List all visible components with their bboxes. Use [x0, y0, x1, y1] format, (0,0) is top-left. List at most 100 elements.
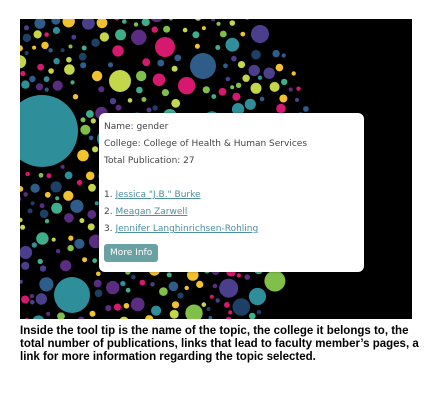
- topic-bubble[interactable]: [64, 213, 74, 223]
- topic-bubble[interactable]: [237, 61, 246, 69]
- topic-bubble[interactable]: [50, 181, 62, 193]
- topic-bubble[interactable]: [20, 217, 23, 223]
- topic-bubble[interactable]: [76, 179, 83, 186]
- topic-bubble[interactable]: [130, 297, 145, 312]
- topic-bubble[interactable]: [30, 299, 35, 305]
- faculty-link-zarwell[interactable]: Meagan Zarwell: [115, 207, 187, 217]
- topic-bubble[interactable]: [29, 294, 35, 299]
- topic-bubble[interactable]: [35, 83, 44, 91]
- topic-bubble[interactable]: [44, 219, 50, 224]
- topic-bubble[interactable]: [44, 87, 49, 92]
- topic-bubble[interactable]: [236, 273, 241, 278]
- topic-bubble[interactable]: [120, 280, 126, 287]
- topic-bubble[interactable]: [90, 118, 96, 124]
- topic-bubble[interactable]: [169, 19, 173, 21]
- topic-bubble[interactable]: [82, 257, 88, 263]
- topic-bubble[interactable]: [139, 279, 146, 286]
- topic-bubble[interactable]: [288, 87, 293, 92]
- topic-bubble[interactable]: [248, 64, 260, 77]
- topic-bubble[interactable]: [48, 68, 54, 74]
- topic-bubble[interactable]: [249, 312, 256, 319]
- topic-bubble[interactable]: [20, 279, 23, 284]
- topic-bubble[interactable]: [20, 70, 26, 77]
- topic-bubble[interactable]: [77, 149, 89, 162]
- topic-bubble[interactable]: [35, 293, 48, 305]
- topic-bubble[interactable]: [34, 19, 46, 29]
- topic-bubble[interactable]: [272, 49, 280, 58]
- topic-bubble[interactable]: [39, 209, 49, 219]
- topic-bubble[interactable]: [85, 171, 95, 181]
- topic-bubble[interactable]: [225, 316, 232, 319]
- topic-bubble[interactable]: [37, 258, 43, 265]
- topic-bubble[interactable]: [51, 202, 63, 214]
- topic-bubble[interactable]: [93, 279, 102, 288]
- topic-bubble[interactable]: [57, 312, 65, 319]
- topic-bubble[interactable]: [72, 94, 79, 100]
- topic-bubble[interactable]: [209, 294, 214, 299]
- topic-bubble[interactable]: [151, 26, 158, 33]
- topic-bubble[interactable]: [155, 37, 175, 57]
- topic-bubble[interactable]: [99, 32, 110, 42]
- topic-bubble[interactable]: [163, 25, 171, 33]
- topic-bubble[interactable]: [60, 48, 65, 53]
- topic-bubble[interactable]: [96, 271, 101, 277]
- topic-bubble[interactable]: [88, 183, 96, 192]
- topic-bubble[interactable]: [32, 45, 37, 50]
- topic-bubble[interactable]: [257, 75, 263, 80]
- topic-bubble[interactable]: [122, 19, 127, 24]
- topic-bubble[interactable]: [212, 283, 218, 289]
- topic-bubble[interactable]: [169, 309, 179, 319]
- topic-bubble[interactable]: [68, 44, 73, 49]
- topic-bubble[interactable]: [202, 86, 210, 94]
- topic-bubble[interactable]: [230, 85, 235, 90]
- topic-bubble[interactable]: [245, 19, 250, 20]
- topic-bubble[interactable]: [215, 298, 220, 303]
- topic-bubble[interactable]: [109, 98, 117, 105]
- topic-bubble[interactable]: [60, 164, 65, 169]
- topic-bubble[interactable]: [22, 33, 32, 43]
- topic-bubble[interactable]: [41, 41, 49, 50]
- topic-bubble[interactable]: [251, 25, 269, 43]
- topic-bubble[interactable]: [20, 55, 27, 69]
- topic-bubble[interactable]: [141, 97, 147, 102]
- topic-bubble[interactable]: [20, 45, 23, 52]
- topic-bubble[interactable]: [182, 27, 188, 33]
- topic-bubble[interactable]: [115, 104, 122, 111]
- topic-bubble[interactable]: [63, 190, 74, 201]
- topic-bubble[interactable]: [48, 48, 53, 53]
- topic-bubble[interactable]: [30, 201, 35, 206]
- topic-bubble[interactable]: [208, 316, 213, 319]
- topic-bubble[interactable]: [32, 315, 44, 319]
- topic-bubble[interactable]: [64, 171, 73, 180]
- topic-bubble[interactable]: [23, 192, 28, 197]
- topic-bubble[interactable]: [194, 43, 200, 49]
- topic-bubble[interactable]: [196, 280, 204, 288]
- topic-bubble[interactable]: [82, 19, 95, 30]
- topic-bubble[interactable]: [21, 80, 30, 89]
- topic-bubble[interactable]: [131, 274, 136, 280]
- topic-bubble[interactable]: [46, 173, 52, 179]
- topic-bubble[interactable]: [229, 20, 236, 26]
- topic-bubble[interactable]: [107, 62, 114, 68]
- topic-bubble[interactable]: [142, 58, 151, 67]
- topic-bubble[interactable]: [51, 19, 61, 25]
- topic-bubble[interactable]: [146, 107, 152, 113]
- topic-bubble[interactable]: [242, 74, 250, 82]
- topic-bubble[interactable]: [228, 310, 233, 315]
- topic-bubble[interactable]: [244, 98, 256, 110]
- topic-bubble[interactable]: [192, 31, 200, 39]
- topic-bubble[interactable]: [39, 277, 54, 292]
- topic-bubble[interactable]: [94, 289, 103, 298]
- topic-bubble[interactable]: [20, 246, 33, 259]
- topic-bubble[interactable]: [106, 280, 120, 295]
- topic-bubble[interactable]: [276, 103, 286, 114]
- topic-bubble[interactable]: [81, 45, 87, 51]
- topic-bubble[interactable]: [80, 124, 91, 135]
- topic-bubble[interactable]: [185, 304, 203, 320]
- topic-bubble[interactable]: [46, 311, 51, 316]
- topic-bubble[interactable]: [157, 59, 165, 67]
- topic-bubble[interactable]: [25, 171, 30, 177]
- topic-bubble[interactable]: [89, 310, 96, 317]
- topic-bubble[interactable]: [145, 315, 154, 319]
- topic-bubble[interactable]: [37, 63, 44, 71]
